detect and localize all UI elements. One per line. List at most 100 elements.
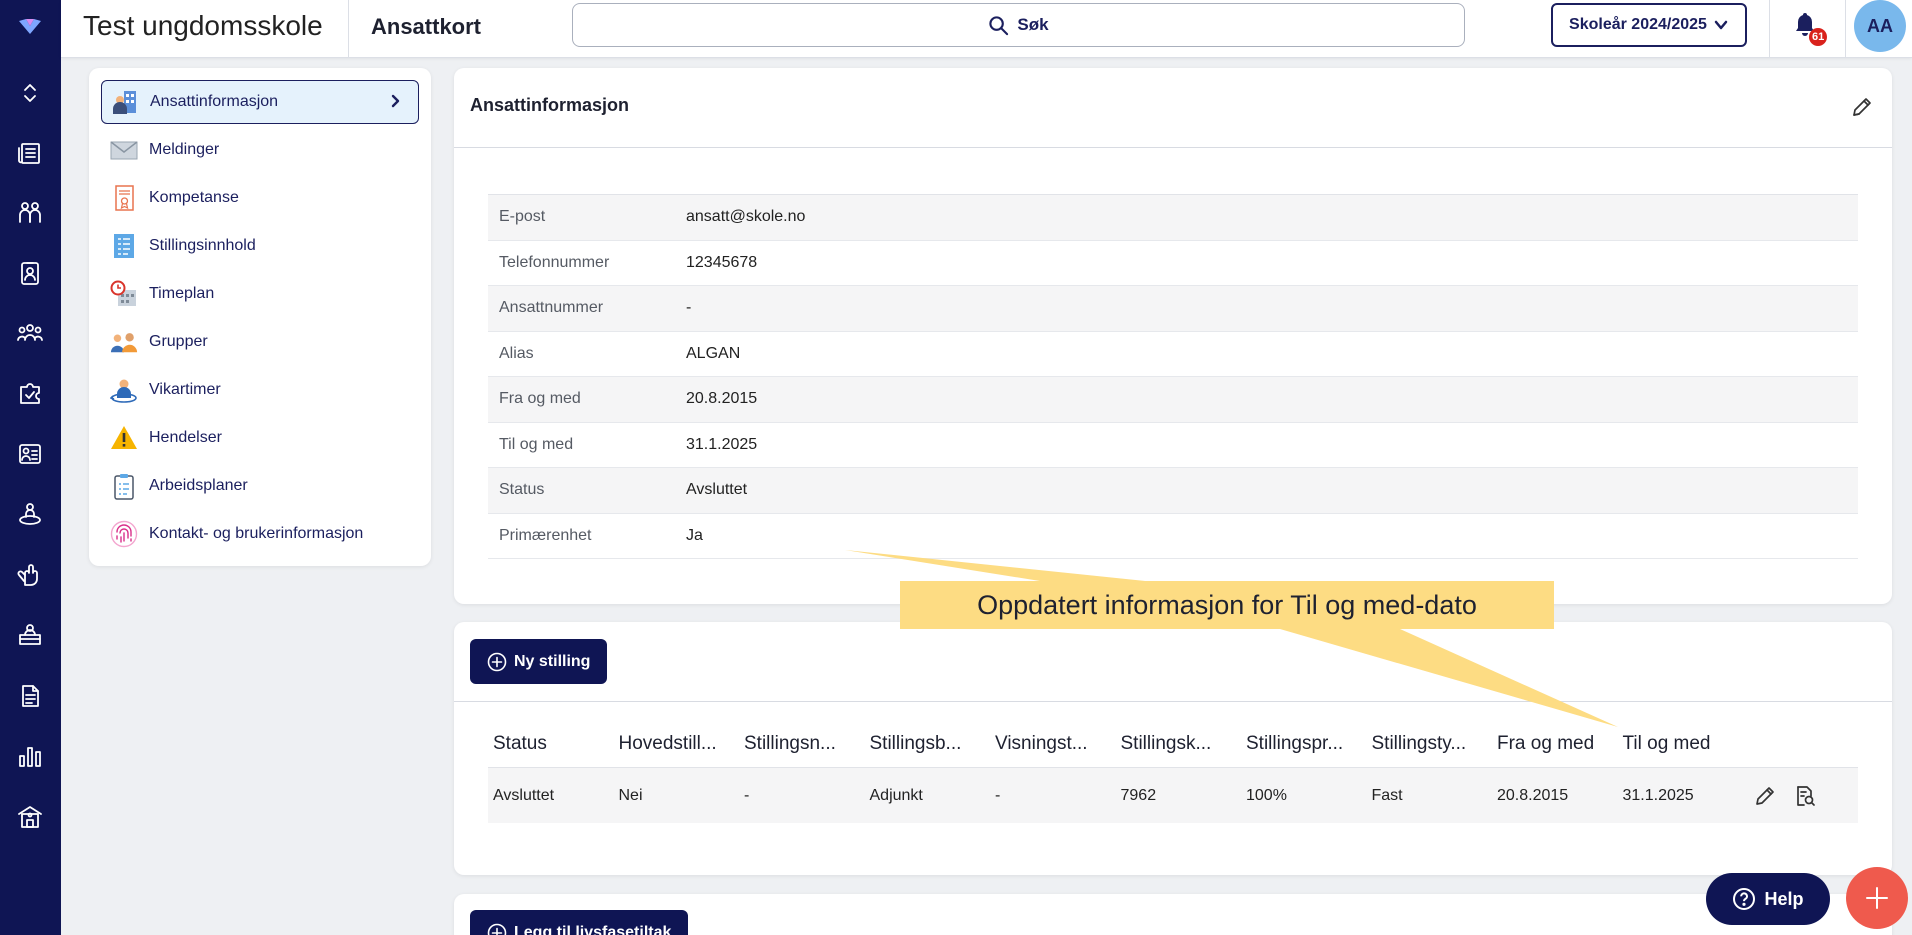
news-icon[interactable] (10, 133, 50, 173)
document-search-icon[interactable] (1793, 784, 1817, 808)
edit-icon[interactable] (1850, 95, 1874, 119)
info-table: E-post ansatt@skole.no Telefonnummer 12345… (488, 194, 1858, 559)
table-cell: Adjunkt (869, 786, 923, 804)
plus-circle-icon (487, 923, 507, 935)
menu-item-label: Stillingsinnhold (149, 237, 256, 254)
info-row-phone: Telefonnummer 12345678 (488, 241, 1858, 286)
add-fab-button[interactable] (1846, 867, 1908, 929)
menu-item-kontakt-og-brukerinformasjon[interactable]: Kontakt- og brukerinformasjon (101, 512, 419, 556)
employee-info-card: Ansattinformasjon E-post ansatt@skole.no … (454, 68, 1892, 604)
table-cell: Nei (618, 786, 643, 804)
info-row-employee-number: Ansattnummer - (488, 286, 1858, 332)
info-label: Primærenhet (499, 526, 592, 544)
menu-item-timeplan[interactable]: Timeplan (101, 272, 419, 316)
groups-icon[interactable] (10, 313, 50, 353)
table-cell: 100% (1246, 786, 1287, 804)
column-header[interactable]: Til og med (1618, 733, 1744, 755)
question-circle-icon (1733, 888, 1756, 910)
menu-item-grupper[interactable]: Grupper (101, 320, 419, 364)
chevron-right-icon (388, 94, 402, 108)
info-row-from-date: Fra og med 20.8.2015 (488, 377, 1858, 423)
column-header[interactable]: Fra og med (1492, 733, 1618, 755)
school-year-label: Skoleår 2024/2025 (1569, 16, 1707, 33)
hand-icon[interactable] (10, 555, 50, 595)
school-icon[interactable] (10, 797, 50, 837)
row-actions (1743, 784, 1817, 808)
students-icon[interactable] (10, 192, 50, 232)
schedule-icon (109, 279, 139, 309)
info-label: Telefonnummer (499, 253, 610, 271)
info-value: ansatt@skole.no (686, 208, 806, 226)
new-position-label: Ny stilling (514, 652, 591, 670)
new-position-button[interactable]: Ny stilling (470, 639, 608, 684)
table-row: Avsluttet Nei - Adjunkt - 7962 100% Fast… (488, 768, 1858, 823)
info-label: Status (499, 481, 545, 499)
add-life-phase-button[interactable]: Legg til livsfasetiltak (470, 910, 689, 935)
search-icon (989, 15, 1009, 35)
position-content-icon (109, 231, 139, 261)
plus-icon (1866, 887, 1888, 909)
table-header: Status Hovedstill... Stillingsn... Still… (488, 720, 1858, 768)
add-life-phase-label: Legg til livsfasetiltak (514, 923, 672, 935)
chevron-down-icon (1714, 20, 1728, 30)
column-header[interactable]: Status (488, 733, 614, 755)
column-header[interactable]: Stillingsk... (1116, 733, 1242, 755)
table-cell: Avsluttet (493, 786, 555, 804)
menu-item-meldinger[interactable]: Meldinger (101, 128, 419, 172)
logo-icon[interactable] (10, 6, 50, 46)
help-button[interactable]: Help (1706, 873, 1830, 925)
table-cell: 31.1.2025 (1622, 786, 1694, 804)
menu-item-stillingsinnhold[interactable]: Stillingsinnhold (101, 224, 419, 268)
menu-item-vikartimer[interactable]: Vikartimer (101, 368, 419, 412)
column-header[interactable]: Stillingsty... (1367, 733, 1493, 755)
clipboard-icon (109, 471, 139, 501)
info-value: - (686, 299, 692, 317)
info-value: Avsluttet (686, 481, 748, 499)
school-name[interactable]: Test ungdomsskole (83, 10, 323, 42)
menu-item-label: Grupper (149, 333, 208, 350)
edit-icon[interactable] (1753, 784, 1777, 808)
badge-icon[interactable] (10, 253, 50, 293)
info-row-email: E-post ansatt@skole.no (488, 195, 1858, 241)
menu-item-label: Kontakt- og brukerinformasjon (149, 525, 364, 542)
column-header[interactable]: Stillingspr... (1241, 733, 1367, 755)
notifications-button[interactable]: 61 (1791, 10, 1831, 50)
header-divider (348, 0, 349, 58)
header-divider (1769, 0, 1770, 58)
column-header[interactable]: Stillingsb... (865, 733, 991, 755)
column-header[interactable]: Hovedstill... (614, 733, 740, 755)
notification-count-badge: 61 (1809, 28, 1828, 46)
column-header[interactable]: Stillingsn... (739, 733, 865, 755)
column-header[interactable]: Visningst... (990, 733, 1116, 755)
menu-item-label: Timeplan (149, 285, 215, 302)
menu-item-ansattinformasjon[interactable]: Ansattinformasjon (101, 80, 419, 124)
menu-item-kompetanse[interactable]: Kompetanse (101, 176, 419, 220)
desk-icon[interactable] (10, 615, 50, 655)
table-cell: - (995, 786, 1001, 804)
menu-item-label: Ansattinformasjon (150, 93, 279, 110)
table-cell: - (744, 786, 750, 804)
fingerprint-icon (109, 519, 139, 549)
puzzle-icon[interactable] (10, 373, 50, 413)
life-phase-card: Legg til livsfasetiltak (454, 894, 1892, 935)
search-input[interactable]: Søk (572, 3, 1465, 47)
bar-chart-icon[interactable] (10, 736, 50, 776)
info-label: Fra og med (499, 390, 581, 408)
person-ring-icon[interactable] (10, 494, 50, 534)
menu-item-hendelser[interactable]: Hendelser (101, 416, 419, 460)
header-divider (1845, 0, 1846, 58)
user-avatar[interactable]: AA (1854, 0, 1906, 52)
info-row-status: Status Avsluttet (488, 468, 1858, 514)
document-icon[interactable] (10, 676, 50, 716)
certificate-icon (109, 183, 139, 213)
dashboard-icon[interactable] (10, 434, 50, 474)
callout-annotation: Oppdatert informasjon for Til og med-dat… (900, 581, 1554, 629)
info-value: ALGAN (686, 344, 741, 362)
school-year-selector[interactable]: Skoleår 2024/2025 (1551, 3, 1747, 47)
table-cell: 20.8.2015 (1497, 786, 1569, 804)
info-value: 20.8.2015 (686, 390, 758, 408)
menu-item-arbeidsplaner[interactable]: Arbeidsplaner (101, 464, 419, 508)
info-label: Ansattnummer (499, 299, 604, 317)
expand-collapse-icon[interactable] (10, 73, 50, 113)
help-label: Help (1764, 888, 1804, 909)
